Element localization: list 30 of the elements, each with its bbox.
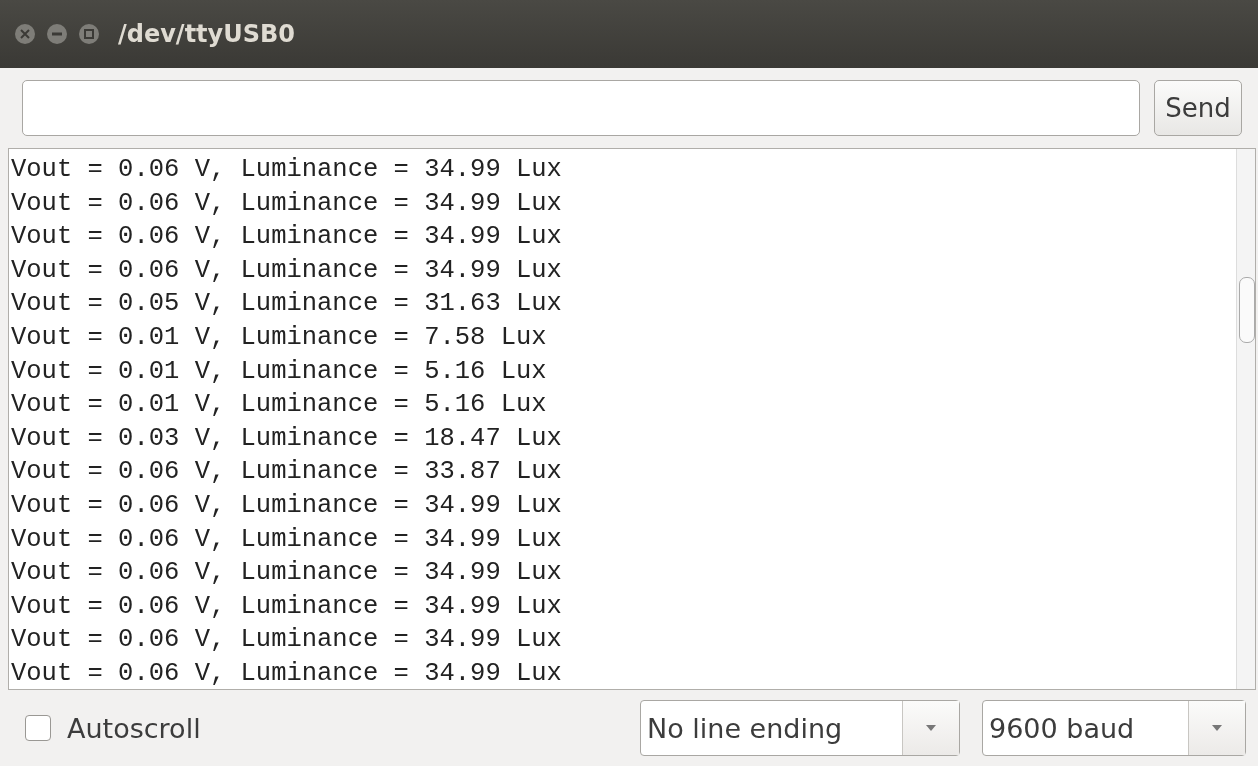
autoscroll-checkbox[interactable] xyxy=(25,715,51,741)
minimize-icon[interactable] xyxy=(46,23,68,45)
output-line: Vout = 0.01 V, Luminance = 5.16 Lux xyxy=(11,355,548,388)
output-line: Vout = 0.06 V, Luminance = 34.99 Lux xyxy=(11,557,563,590)
baud-rate-dropdown[interactable]: 9600 baud xyxy=(982,700,1246,756)
caret-icon xyxy=(1211,724,1223,732)
window-title: /dev/ttyUSB0 xyxy=(118,20,295,48)
output-line: Vout = 0.06 V, Luminance = 34.99 Lux xyxy=(11,254,563,287)
send-button[interactable]: Send xyxy=(1154,80,1242,136)
output-line: Vout = 0.06 V, Luminance = 34.99 Lux xyxy=(11,187,563,220)
output-line: Vout = 0.06 V, Luminance = 34.99 Lux xyxy=(11,489,563,522)
maximize-icon[interactable] xyxy=(78,23,100,45)
input-field[interactable] xyxy=(22,80,1140,136)
autoscroll-label: Autoscroll xyxy=(67,712,201,744)
output-line: Vout = 0.06 V, Luminance = 34.99 Lux xyxy=(11,523,563,556)
output-line: Vout = 0.06 V, Luminance = 34.99 Lux xyxy=(11,154,563,186)
output-line: Vout = 0.06 V, Luminance = 34.99 Lux xyxy=(11,657,563,690)
caret-icon xyxy=(925,724,937,732)
output-line: Vout = 0.06 V, Luminance = 33.87 Lux xyxy=(11,456,563,489)
output-line: Vout = 0.01 V, Luminance = 5.16 Lux xyxy=(11,389,548,422)
close-icon[interactable] xyxy=(14,23,36,45)
output-line: Vout = 0.01 V, Luminance = 7.58 Lux xyxy=(11,321,548,354)
output-line: Vout = 0.06 V, Luminance = 34.99 Lux xyxy=(11,590,563,623)
output-line: Vout = 0.06 V, Luminance = 34.99 Lux xyxy=(11,624,563,657)
scrollbar[interactable] xyxy=(1236,149,1255,689)
line-ending-dropdown[interactable]: No line ending xyxy=(640,700,960,756)
scrollbar-thumb[interactable] xyxy=(1239,277,1255,343)
output-line: Vout = 0.05 V, Luminance = 31.63 Lux xyxy=(11,288,563,321)
output-line: Vout = 0.06 V, Luminance = 34.99 Lux xyxy=(11,221,563,254)
output-line: Vout = 0.03 V, Luminance = 18.47 Lux xyxy=(11,422,563,455)
